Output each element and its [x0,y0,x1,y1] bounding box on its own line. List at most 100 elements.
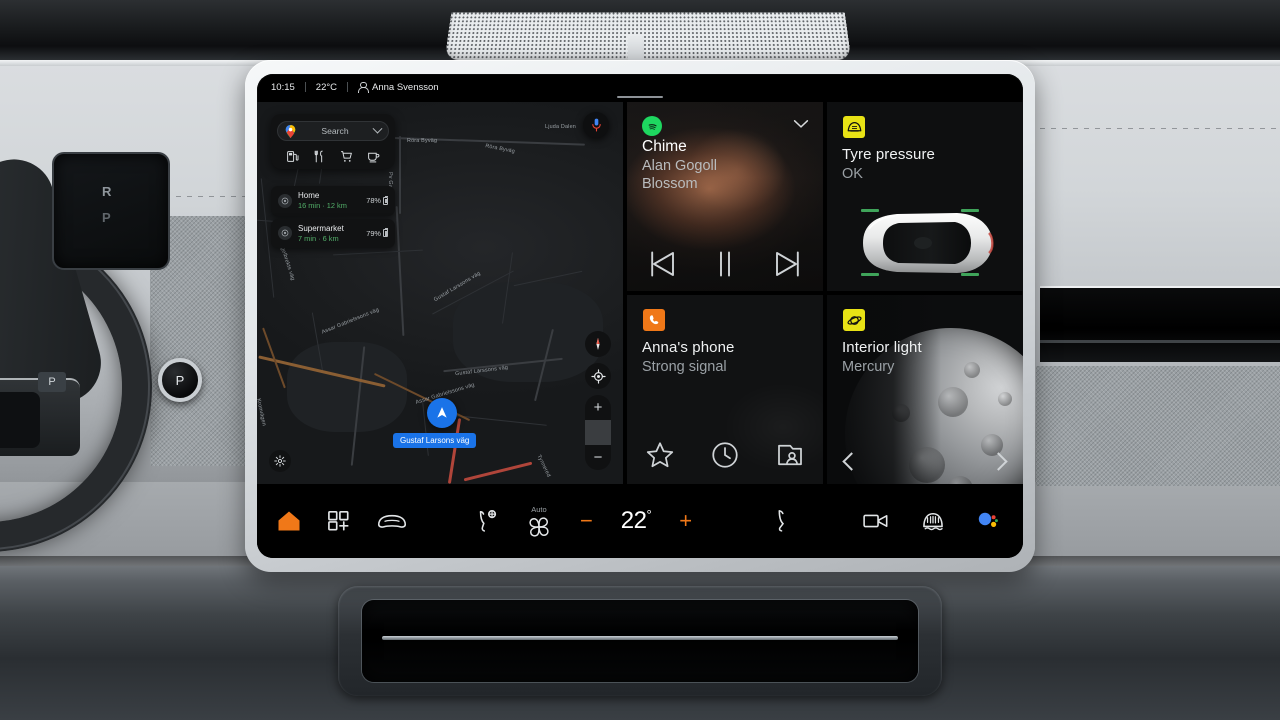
voice-search-button[interactable] [583,112,609,138]
google-assistant-button[interactable] [977,511,999,531]
clock-icon[interactable] [710,440,740,470]
phone-card[interactable]: Anna's phone Strong signal [627,295,823,484]
gear-selector-label: P [175,372,185,388]
toolbar-climate-group: Auto − 22° + [407,505,863,538]
phone-card-title: Anna's phone [642,339,735,356]
media-controls [627,249,823,279]
car-body-icon [863,213,994,273]
compass-icon [596,338,600,350]
chevron-down-icon [793,120,809,128]
destination-eta: 7 min · 6 km [298,233,339,243]
interior-light-nav [827,452,1023,471]
home-indicator-bar[interactable] [617,96,663,98]
temperature-number: 22 [620,507,647,534]
map-area [287,342,407,432]
skip-previous-icon[interactable] [644,249,678,279]
camera-icon [863,514,888,528]
compass-button[interactable] [585,331,611,357]
home-button[interactable] [277,510,301,532]
chevron-down-icon[interactable] [372,123,383,134]
interior-light-theme: Mercury [842,359,895,375]
chevron-right-icon[interactable] [989,452,1008,471]
tyre-indicator-front-right [961,209,979,212]
apps-button[interactable] [327,510,351,532]
cluster-gear-r: R [102,184,112,199]
google-maps-pin-icon [285,124,296,138]
car-icon [377,514,407,528]
destination-pin-icon [278,226,292,241]
camera-button[interactable] [863,512,889,530]
infotainment-screen[interactable]: 10:15 22°C Anna Svensson Röra Byväg Röra… [257,74,1023,558]
destination-home[interactable]: Home 16 min · 12 km 78% [271,186,395,216]
dashboard-speaker-grille [444,12,852,61]
gear-indicator-tag: P [38,372,66,392]
destination-eta: 16 min · 12 km [298,201,347,210]
fuel-station-icon[interactable] [286,150,299,163]
media-card[interactable]: Chime Alan Gogoll Blossom [627,102,823,291]
planet-crater [997,391,1012,406]
track-title: Chime [642,138,687,155]
planet-crater [963,361,980,378]
skip-next-icon[interactable] [772,249,806,279]
center-air-vent-blade[interactable] [382,636,898,640]
map-settings-button[interactable] [269,450,291,472]
map-controls: + − [585,331,611,470]
speaker-grille-notch [628,36,644,62]
rear-defrost-button[interactable] [921,511,945,531]
seat-icon [778,510,785,532]
user-profile[interactable]: Anna Svensson [358,82,439,94]
search-placeholder: Search [321,126,349,136]
destination-pin-icon [278,193,292,208]
fan-button[interactable]: Auto [526,505,552,538]
chevron-left-icon[interactable] [842,452,861,471]
map-panel[interactable]: Röra Byväg Röra Byväg Pv Gata Ljuda Dale… [257,102,623,484]
tyre-pressure-card[interactable]: Tyre pressure OK [827,102,1023,291]
star-icon[interactable] [645,440,675,470]
temperature-decrease-button[interactable]: − [580,510,593,532]
destination-title: Home [298,191,320,200]
pause-icon[interactable] [712,249,738,279]
recenter-button[interactable] [585,363,611,389]
dashboard-stitching [1040,128,1280,129]
map-road [399,136,401,214]
destination-title: Supermarket [298,223,344,233]
microphone-icon [591,118,601,132]
destination-supermarket[interactable]: Supermarket 7 min · 6 km 79% [271,218,395,249]
search-input[interactable]: Search [277,121,389,141]
contacts-icon[interactable] [775,440,805,470]
destination-battery: 79% [366,228,388,238]
person-icon [358,82,370,94]
current-location-marker[interactable] [427,398,457,428]
track-album: Blossom [642,176,698,192]
temperature-unit: ° [646,507,652,522]
restaurant-icon[interactable] [313,150,326,163]
recenter-location-icon [590,368,606,384]
infotainment-screen-bezel: 10:15 22°C Anna Svensson Röra Byväg Röra… [245,60,1035,572]
tyre-card-status: OK [842,166,863,182]
spotify-icon[interactable] [642,116,662,136]
gear-selector-knob[interactable]: P [158,358,202,402]
destination-battery: 78% [366,195,388,205]
status-divider [304,82,306,92]
tyre-indicator-front-left [861,209,879,212]
seat-button[interactable] [772,509,794,533]
seat-heat-button[interactable] [476,509,498,533]
center-air-vent [362,600,918,682]
media-expand-button[interactable] [793,116,809,134]
map-search-card: Search [271,114,395,169]
zoom-in-button[interactable]: + [585,395,611,420]
temperature-increase-button[interactable]: + [679,510,692,532]
temperature-value: 22° [620,507,652,535]
tyre-indicator-rear-left [861,273,879,276]
status-divider [347,82,349,92]
bottom-toolbar: Auto − 22° + [257,484,1023,558]
zoom-out-button[interactable]: − [585,445,611,470]
coffee-cup-icon[interactable] [367,150,380,163]
zoom-divider [585,420,611,445]
gear-icon [274,455,286,467]
car-button[interactable] [377,511,407,531]
zoom-controls: + − [585,395,611,470]
destination-list: Home 16 min · 12 km 78% Supermarket 7 mi… [271,186,395,251]
shopping-cart-icon[interactable] [340,150,353,163]
interior-light-card[interactable]: Interior light Mercury [827,295,1023,484]
